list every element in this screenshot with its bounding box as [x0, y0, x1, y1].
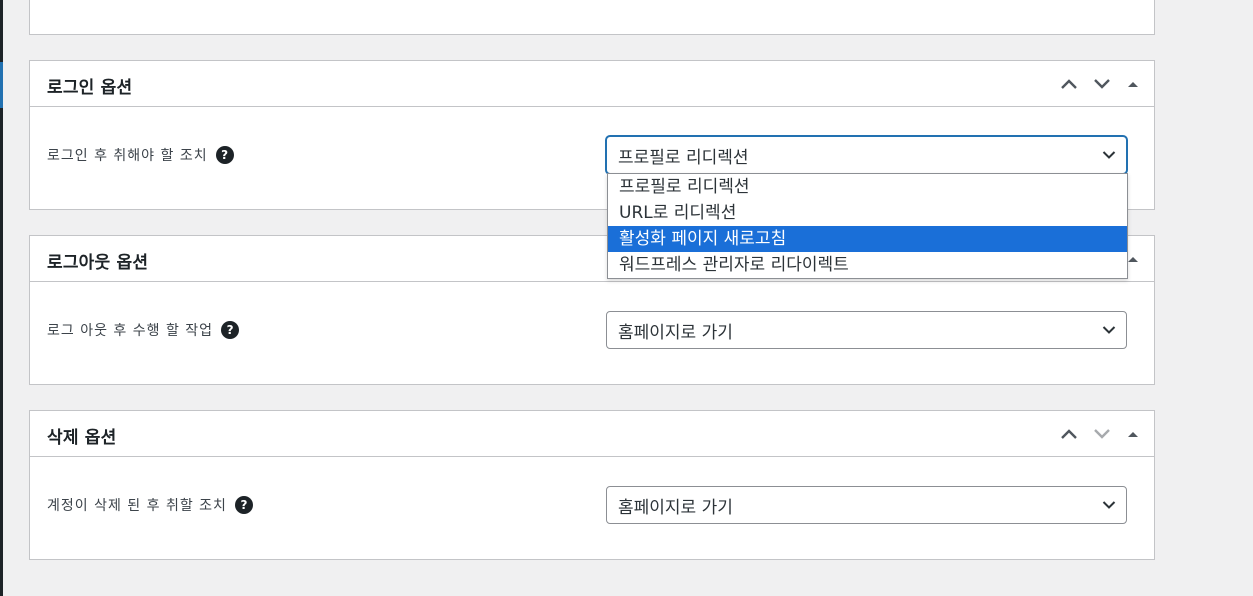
chevron-down-icon	[1102, 501, 1116, 509]
triangle-up-icon	[1128, 432, 1138, 437]
delete-action-label-text: 계정이 삭제 된 후 취할 조치	[47, 498, 227, 514]
dropdown-option[interactable]: URL로 리디렉션	[608, 200, 1127, 226]
login-action-selected-value: 프로필로 리디렉션	[618, 147, 749, 168]
move-down-button[interactable]	[1085, 421, 1118, 447]
panel-handle-actions	[1052, 421, 1148, 447]
login-action-select[interactable]: 프로필로 리디렉션	[606, 136, 1127, 174]
login-options-title: 로그인 옵션	[47, 78, 133, 98]
chevron-up-icon	[1060, 79, 1077, 89]
admin-menu-edge	[0, 0, 3, 596]
logout-action-select[interactable]: 홈페이지로 가기	[606, 311, 1127, 349]
logout-options-title: 로그아웃 옵션	[47, 253, 149, 273]
login-options-header: 로그인 옵션	[30, 61, 1154, 107]
delete-options-panel: 삭제 옵션 계정이 삭제 된 후 취할 조치 ? 홈페이지로 가기	[29, 410, 1155, 560]
logout-action-label: 로그 아웃 후 수행 할 작업 ?	[47, 320, 240, 340]
question-circle-icon[interactable]: ?	[215, 146, 234, 164]
chevron-down-icon	[1102, 151, 1116, 159]
move-up-button[interactable]	[1052, 421, 1085, 447]
dropdown-option[interactable]: 프로필로 리디렉션	[608, 174, 1127, 200]
previous-panel	[29, 0, 1155, 35]
login-action-dropdown-list: 프로필로 리디렉션 URL로 리디렉션 활성화 페이지 새로고침 워드프레스 관…	[607, 173, 1128, 279]
delete-action-label: 계정이 삭제 된 후 취할 조치 ?	[47, 495, 253, 515]
question-circle-icon[interactable]: ?	[221, 321, 240, 339]
delete-action-selected-value: 홈페이지로 가기	[618, 497, 733, 518]
chevron-down-icon	[1093, 429, 1110, 439]
login-action-label-text: 로그인 후 취해야 할 조치	[47, 148, 208, 164]
move-up-button[interactable]	[1052, 71, 1085, 97]
active-menu-indicator	[0, 62, 3, 108]
delete-options-header: 삭제 옵션	[30, 411, 1154, 457]
toggle-panel-button[interactable]	[1118, 421, 1148, 447]
logout-action-label-text: 로그 아웃 후 수행 할 작업	[47, 323, 214, 339]
delete-action-select[interactable]: 홈페이지로 가기	[606, 486, 1127, 524]
question-circle-icon[interactable]: ?	[234, 496, 253, 514]
triangle-up-icon	[1128, 82, 1138, 87]
chevron-up-icon	[1060, 429, 1077, 439]
move-down-button[interactable]	[1085, 71, 1118, 97]
dropdown-option-highlighted[interactable]: 활성화 페이지 새로고침	[608, 226, 1127, 252]
chevron-down-icon	[1102, 326, 1116, 334]
panel-handle-actions	[1052, 71, 1148, 97]
triangle-up-icon	[1128, 257, 1138, 262]
toggle-panel-button[interactable]	[1118, 71, 1148, 97]
chevron-down-icon	[1093, 79, 1110, 89]
logout-action-selected-value: 홈페이지로 가기	[618, 322, 733, 343]
dropdown-option[interactable]: 워드프레스 관리자로 리다이렉트	[608, 252, 1127, 278]
login-action-label: 로그인 후 취해야 할 조치 ?	[47, 145, 234, 165]
delete-options-title: 삭제 옵션	[47, 428, 117, 448]
